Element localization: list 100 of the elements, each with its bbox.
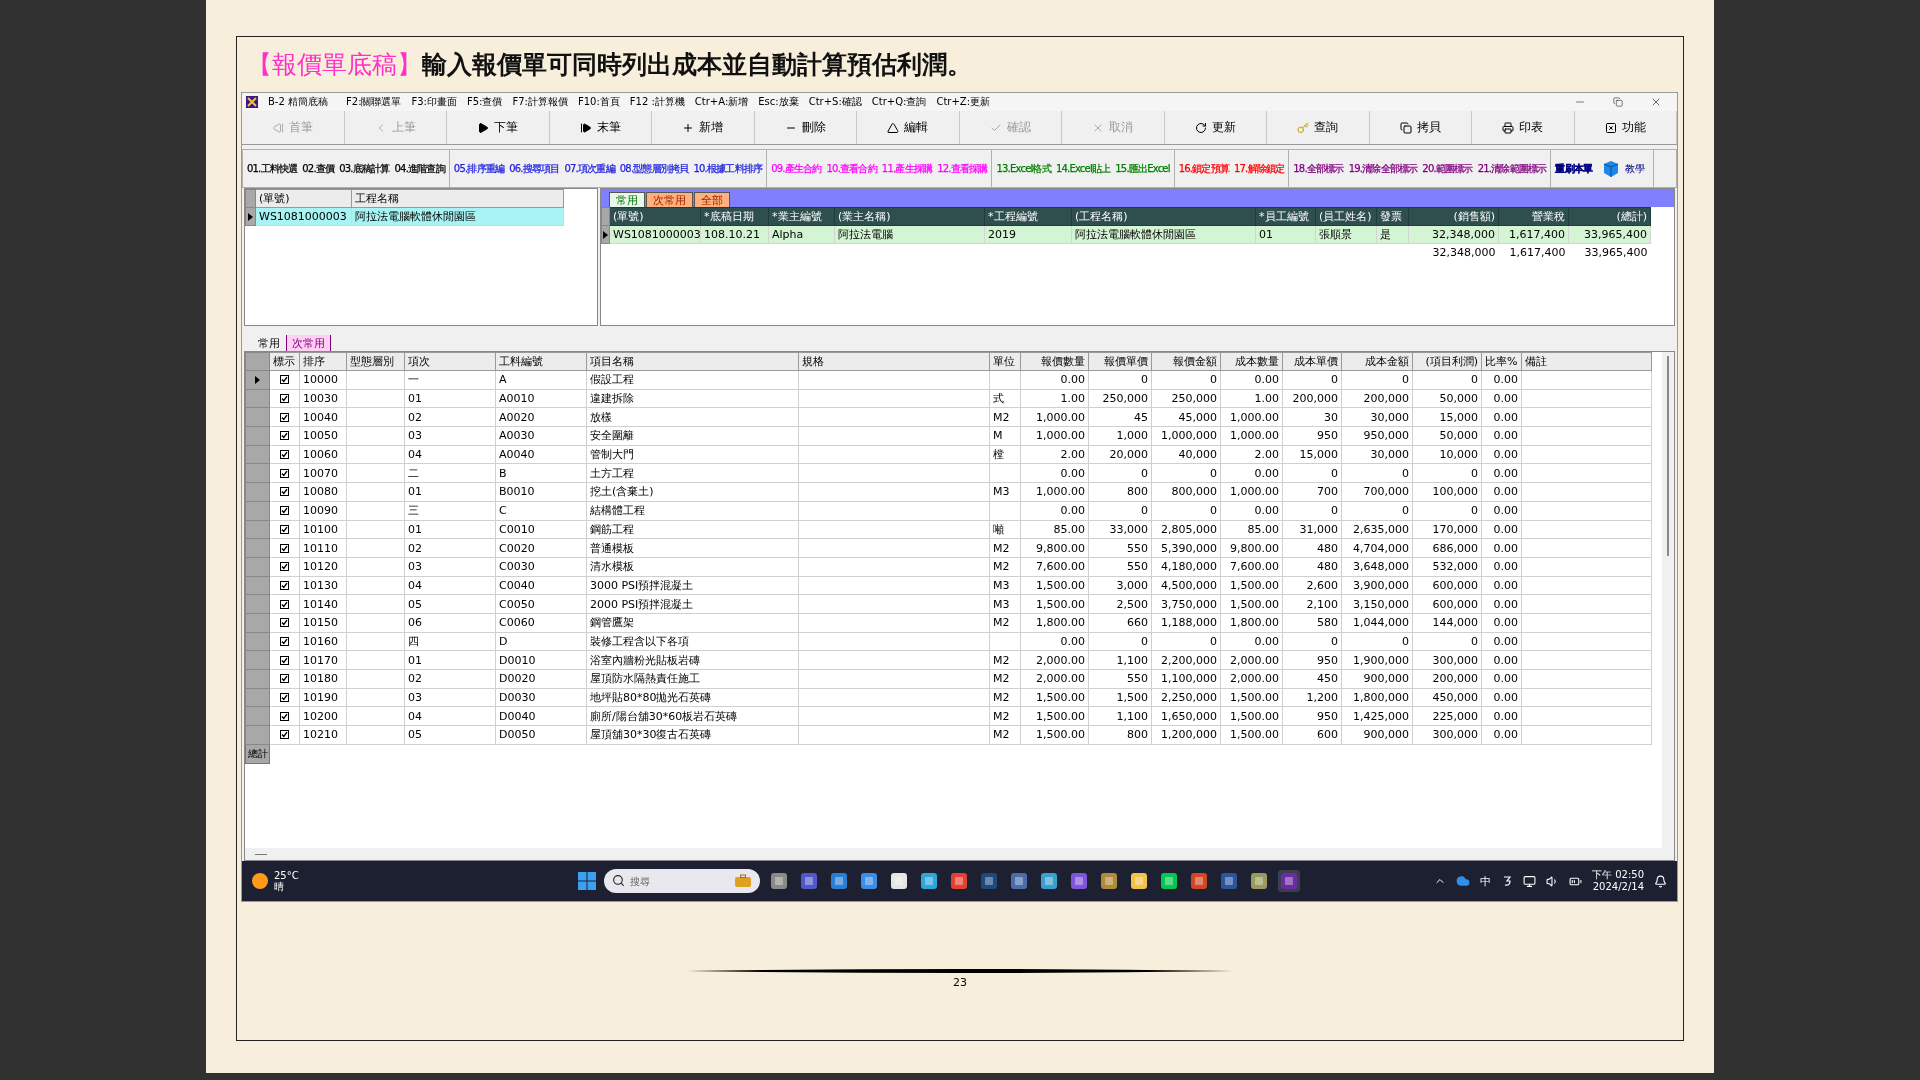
function-link[interactable]: 02.查價 [302,161,335,176]
function-link[interactable]: 03.底稿計算 [339,161,390,176]
function-link[interactable]: 10.根據工料排序 [693,161,763,176]
table-cell: 5,390,000 [1151,538,1221,558]
table-cell: M3 [989,576,1021,595]
table-cell: 0.00 [1481,613,1522,633]
table-cell: 0.00 [1481,688,1522,707]
table-cell: A [495,370,587,390]
table-cell: 50,000 [1412,426,1482,446]
table-cell: 1,500 [1088,688,1152,707]
table-cell: 0 [1282,463,1342,483]
shortcut-hint: F3:印畫面 [411,95,457,109]
table-cell: 01 [1255,225,1316,244]
table-cell: 7,600.00 [1220,557,1283,577]
table-cell: 600,000 [1412,576,1482,595]
table-cell: 0 [1341,632,1413,651]
table-cell: 20,000 [1088,445,1152,464]
table-cell: 0.00 [1481,632,1522,651]
tab[interactable]: 次常用 [286,335,331,351]
table-cell: 10130 [299,576,347,595]
table-cell: 686,000 [1412,538,1482,558]
table-cell: 10110 [299,538,347,558]
tab[interactable]: 常用 [609,192,645,207]
total-cell: 33,965,400 [1568,243,1651,261]
table-cell: 4,180,000 [1151,557,1221,577]
table-cell: 0.00 [1481,463,1522,483]
table-cell: 0.00 [1481,557,1522,577]
column-header: 比率% [1481,352,1522,371]
column-header: 項目名稱 [586,352,799,371]
table-cell: 100,000 [1412,482,1482,502]
shortcut-hint: Ctr+Q:查詢 [871,95,927,109]
table-cell: 樘 [989,445,1021,464]
table-cell: 0.00 [1020,632,1089,651]
table-cell: 0 [1412,632,1482,651]
search-field[interactable]: 搜尋 [604,869,760,893]
tab[interactable]: 次常用 [646,192,693,207]
function-link[interactable]: 14.Excel貼上 [1055,161,1111,176]
function-link[interactable]: 18.全部標示 [1293,161,1344,176]
tutorial-button[interactable]: 教學 [1597,158,1650,179]
table-cell: 二 [404,463,496,483]
table-cell: 1,650,000 [1151,706,1221,726]
column-header: (員工姓名) [1315,207,1377,226]
table-cell: 3,648,000 [1341,557,1413,577]
function-link[interactable]: 08.型態層別拷貝 [619,161,689,176]
table-cell: 1,100,000 [1151,669,1221,689]
function-link[interactable]: 16.鎖定預算 [1178,161,1229,176]
table-cell: 0.00 [1020,370,1089,390]
table-cell: 安全圍籬 [586,426,799,446]
function-link[interactable]: 17.解除鎖定 [1234,161,1285,176]
table-cell: 01 [404,520,496,539]
function-link[interactable]: 04.進階查詢 [394,161,445,176]
table-cell: M [989,426,1021,446]
function-link[interactable]: 20.範圍標示 [1422,161,1473,176]
table-cell: 違建拆除 [586,389,799,408]
table-cell: 10030 [299,389,347,408]
function-link[interactable]: 21.清除範圍標示 [1477,161,1547,176]
table-cell: D0040 [495,706,587,726]
tab[interactable]: 全部 [694,192,730,207]
table-cell: 480 [1282,557,1342,577]
table-cell: 0.00 [1481,370,1522,390]
table-cell: M2 [989,538,1021,558]
table-cell: A0010 [495,389,587,408]
table-cell: 浴室內牆粉光貼板岩磚 [586,650,799,670]
function-link[interactable]: 05.排序重編 [453,161,505,176]
table-cell: 2,000.00 [1020,650,1089,670]
table-cell: 1,000 [1088,426,1152,446]
tab[interactable]: 常用 [252,335,286,351]
column-header: 成本數量 [1220,352,1283,371]
table-cell: 550 [1088,538,1152,558]
table-cell: 15,000 [1412,407,1482,427]
table-cell: 45 [1088,407,1152,427]
function-link[interactable]: 01.工料快選 [247,161,298,176]
column-header: 規格 [798,352,990,371]
ime-indicator[interactable]: 中 [1480,873,1491,889]
table-cell: 950,000 [1341,426,1413,446]
table-cell: 32,348,000 [1408,225,1499,244]
function-link[interactable]: 15.匯出Excel [1115,161,1170,176]
table-cell: 式 [989,389,1021,408]
table-cell: 04 [404,576,496,595]
table-cell: 4,500,000 [1151,576,1221,595]
table-cell: 0 [1341,463,1413,483]
table-cell: 02 [404,538,496,558]
function-link[interactable]: 13.Excel格式 [996,161,1051,176]
table-cell: 7,600.00 [1020,557,1089,577]
table-cell: 33,965,400 [1568,225,1651,244]
table-cell: 0.00 [1481,538,1522,558]
table-cell: 2,600 [1282,576,1342,595]
table-cell: 02 [404,407,496,427]
table-cell: 10160 [299,632,347,651]
function-link[interactable]: 07.項次重編 [564,161,615,176]
table-cell: 0.00 [1481,706,1522,726]
function-link[interactable]: 重刷本單 [1555,161,1593,176]
function-link[interactable]: 19.清除全部標示 [1348,161,1418,176]
table-cell: C [495,501,587,520]
table-cell: D0010 [495,650,587,670]
table-cell: 45,000 [1151,407,1221,427]
clock[interactable]: 下午 02:50 2024/2/14 [1592,869,1644,893]
table-cell: 1,800.00 [1220,613,1283,633]
table-cell: 1,100 [1088,706,1152,726]
function-link[interactable]: 06.搜尋項目 [509,161,560,176]
